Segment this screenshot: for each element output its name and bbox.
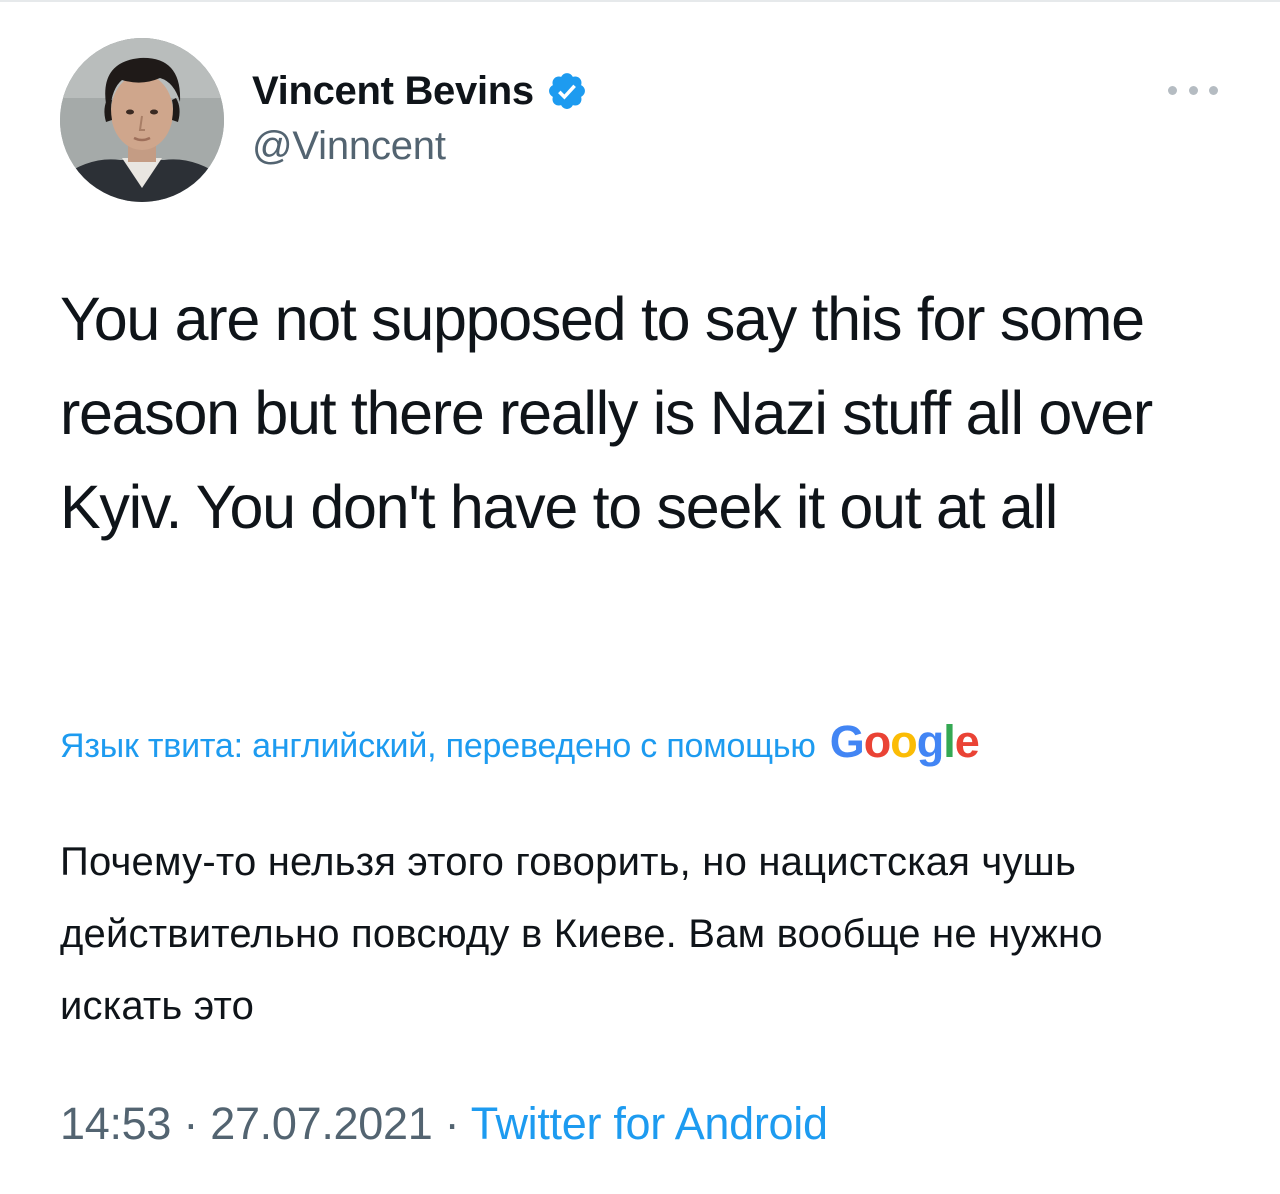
more-dot — [1188, 85, 1198, 95]
more-options-icon[interactable] — [1168, 78, 1218, 102]
more-dot — [1209, 85, 1218, 95]
author-name-row: Vincent Bevins — [252, 66, 588, 116]
google-logo: Google — [829, 716, 980, 767]
tweet-text: You are not supposed to say this for som… — [60, 285, 1153, 541]
avatar[interactable] — [60, 38, 224, 202]
top-divider — [0, 0, 1280, 2]
verified-badge-icon — [546, 70, 588, 112]
more-dot — [1168, 85, 1177, 95]
meta-separator: · — [444, 1098, 460, 1149]
meta-separator: · — [183, 1098, 199, 1149]
tweet-meta: 14:53 · 27.07.2021 · Twitter for Android — [60, 1098, 828, 1150]
author-handle[interactable]: @Vinncent — [252, 124, 588, 169]
translation-label[interactable]: Язык твита: английский, переведено с пом… — [60, 727, 816, 766]
avatar-photo — [60, 38, 224, 202]
tweet-date[interactable]: 27.07.2021 — [210, 1098, 433, 1149]
tweet-source-link[interactable]: Twitter for Android — [471, 1098, 828, 1149]
translated-tweet-text: Почему-то нельзя этого говорить, но наци… — [60, 840, 1103, 1028]
tweet-time[interactable]: 14:53 — [60, 1098, 171, 1149]
author-display-name[interactable]: Vincent Bevins — [252, 69, 534, 114]
translation-note[interactable]: Язык твита: английский, переведено с пом… — [60, 716, 980, 768]
tweet-author[interactable]: Vincent Bevins @Vinncent — [252, 66, 588, 169]
